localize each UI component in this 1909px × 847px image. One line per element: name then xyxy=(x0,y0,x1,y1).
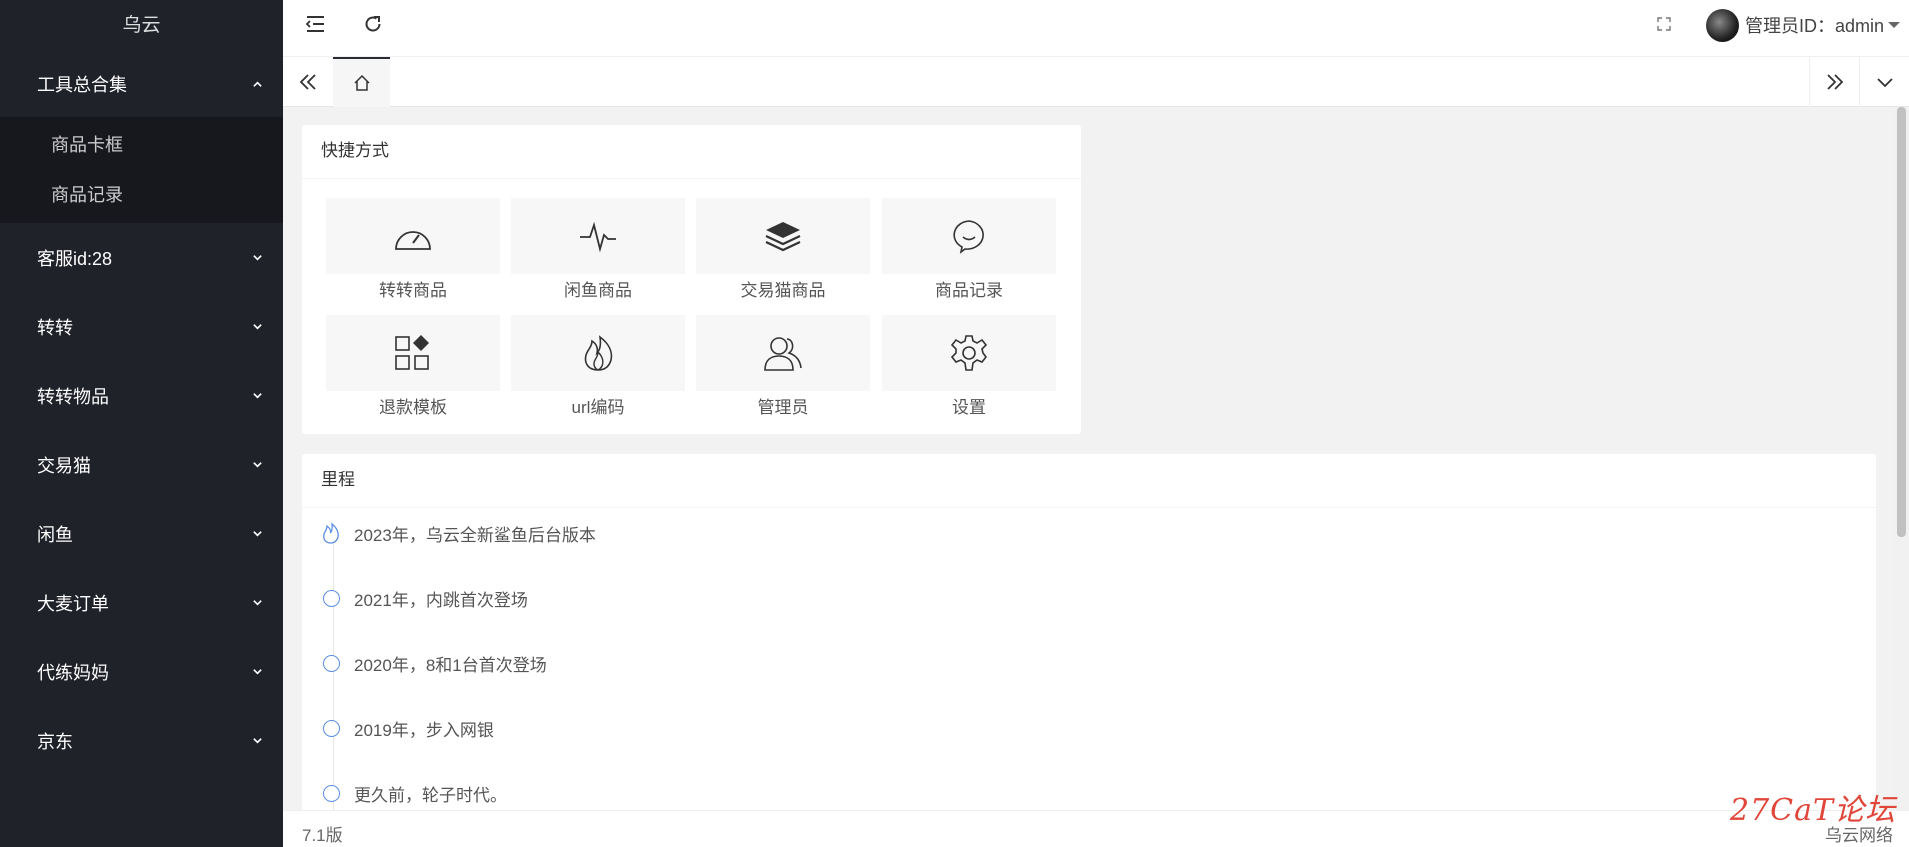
main-content: 快捷方式 转转商品 闲鱼商品 交易猫商品 商品记录 退款模板 url编码 管理员… xyxy=(283,107,1893,810)
caret-down-icon xyxy=(1888,22,1900,28)
double-chevron-right-icon xyxy=(1826,74,1843,90)
chevron-down-icon xyxy=(253,600,262,606)
sidebar: 乌云 工具总合集 商品卡框 商品记录 客服id:28 转转 转转物品 交易猫 闲… xyxy=(0,0,283,847)
sidebar-item-label: 工具总合集 xyxy=(37,75,127,95)
shortcut-item[interactable]: 管理员 xyxy=(696,315,870,423)
timeline-text: 2023年，乌云全新鲨鱼后台版本 xyxy=(354,525,596,545)
pulse-icon xyxy=(580,221,616,253)
circle-icon xyxy=(322,589,340,607)
sidebar-item-label: 转转 xyxy=(37,317,73,338)
top-header: 管理员ID：admin xyxy=(283,0,1909,57)
sidebar-item-service[interactable]: 客服id:28 xyxy=(0,223,283,292)
menu-fold-icon xyxy=(305,16,324,32)
refresh-button[interactable] xyxy=(355,9,391,39)
shortcut-item[interactable]: 退款模板 xyxy=(326,315,500,423)
sidebar-item-label: 大麦订单 xyxy=(37,593,109,614)
tabs-dropdown-button[interactable] xyxy=(1859,57,1909,107)
chevron-down-icon xyxy=(253,462,262,468)
circle-icon xyxy=(322,654,340,672)
timeline-item: 2023年，乌云全新鲨鱼后台版本 xyxy=(321,518,596,548)
double-chevron-left-icon xyxy=(299,74,316,90)
chevron-down-icon xyxy=(253,255,262,261)
sidebar-item-tools[interactable]: 工具总合集 xyxy=(0,51,283,117)
content-scrollbar[interactable] xyxy=(1893,107,1909,810)
circle-icon xyxy=(322,719,340,737)
sidebar-item-label: 交易猫 xyxy=(37,455,91,476)
shortcut-item[interactable]: url编码 xyxy=(511,315,685,423)
layers-icon xyxy=(765,222,801,252)
timeline-card: 里程 2023年，乌云全新鲨鱼后台版本 2021年，内跳首次登场 2020年，8… xyxy=(302,454,1876,810)
users-icon xyxy=(764,337,802,371)
chevron-down-icon xyxy=(253,393,262,399)
shortcut-item[interactable]: 设置 xyxy=(882,315,1056,423)
shortcut-item[interactable]: 闲鱼商品 xyxy=(511,198,685,306)
version-text: 7.1版 xyxy=(302,826,343,845)
sidebar-item-dailian[interactable]: 代练妈妈 xyxy=(0,637,283,706)
timeline-item: 2019年，步入网银 xyxy=(321,713,494,743)
menu-fold-button[interactable] xyxy=(297,9,333,39)
chevron-down-icon xyxy=(253,324,262,330)
avatar xyxy=(1705,8,1739,42)
sidebar-subitem-records[interactable]: 商品记录 xyxy=(0,170,283,220)
sidebar-item-label: 代练妈妈 xyxy=(37,662,109,683)
chat-bubble-icon xyxy=(953,220,984,254)
shortcut-card-title: 快捷方式 xyxy=(302,125,1081,179)
sidebar-item-label: 转转物品 xyxy=(37,386,109,407)
user-label: 管理员ID：admin xyxy=(1744,16,1884,36)
gear-icon xyxy=(950,335,988,371)
scrollbar-thumb[interactable] xyxy=(1897,107,1906,537)
tab-home[interactable] xyxy=(333,57,390,107)
timeline-text: 2020年，8和1台首次登场 xyxy=(354,655,547,675)
timeline-item: 2021年，内跳首次登场 xyxy=(321,583,528,613)
user-menu[interactable]: 管理员ID：admin xyxy=(1705,8,1901,42)
timeline-text: 更久前，轮子时代。 xyxy=(354,785,507,805)
watermark: 27CaT论坛 xyxy=(1730,793,1897,828)
sidebar-item-jd[interactable]: 京东 xyxy=(0,706,283,775)
tabs-bar xyxy=(283,57,1909,107)
chevron-up-icon xyxy=(253,80,262,87)
sidebar-item-xianyu[interactable]: 闲鱼 xyxy=(0,499,283,568)
brand-logo: 乌云 xyxy=(122,15,161,36)
fullscreen-button[interactable] xyxy=(1646,9,1682,39)
template-icon xyxy=(395,335,429,370)
shortcut-item[interactable]: 转转商品 xyxy=(326,198,500,306)
shortcut-item[interactable]: 交易猫商品 xyxy=(696,198,870,306)
chevron-down-icon xyxy=(253,738,262,744)
tabs-scroll-left-button[interactable] xyxy=(283,57,333,107)
refresh-icon xyxy=(365,16,381,32)
home-icon xyxy=(353,74,370,91)
dashboard-icon xyxy=(395,231,431,250)
fire-icon xyxy=(323,522,339,544)
fire-icon xyxy=(584,335,613,371)
tabs-scroll-right-button[interactable] xyxy=(1809,57,1859,107)
timeline-card-title: 里程 xyxy=(302,454,1876,508)
shortcut-item[interactable]: 商品记录 xyxy=(882,198,1056,306)
sidebar-item-zhuanzhuan-goods[interactable]: 转转物品 xyxy=(0,361,283,430)
sidebar-item-label: 客服id:28 xyxy=(37,248,113,269)
timeline-item: 更久前，轮子时代。 xyxy=(321,778,507,808)
timeline-text: 2019年，步入网银 xyxy=(354,720,494,740)
chevron-down-icon xyxy=(253,669,262,675)
timeline-item: 2020年，8和1台首次登场 xyxy=(321,648,547,678)
circle-icon xyxy=(322,784,340,802)
sidebar-item-label: 京东 xyxy=(37,731,73,752)
sidebar-item-jiaoyimao[interactable]: 交易猫 xyxy=(0,430,283,499)
sidebar-subitem-card-frame[interactable]: 商品卡框 xyxy=(0,120,283,170)
chevron-down-icon xyxy=(253,531,262,537)
footer: 7.1版 乌云网络 xyxy=(283,810,1909,847)
sidebar-item-zhuanzhuan[interactable]: 转转 xyxy=(0,292,283,361)
shortcut-card: 快捷方式 转转商品 闲鱼商品 交易猫商品 商品记录 退款模板 url编码 管理员… xyxy=(302,125,1081,434)
sidebar-submenu-tools: 商品卡框 商品记录 xyxy=(0,117,283,223)
sidebar-item-label: 闲鱼 xyxy=(37,524,73,545)
fullscreen-icon xyxy=(1657,17,1671,31)
chevron-down-icon xyxy=(1876,78,1893,88)
timeline-text: 2021年，内跳首次登场 xyxy=(354,590,528,610)
sidebar-item-damai[interactable]: 大麦订单 xyxy=(0,568,283,637)
